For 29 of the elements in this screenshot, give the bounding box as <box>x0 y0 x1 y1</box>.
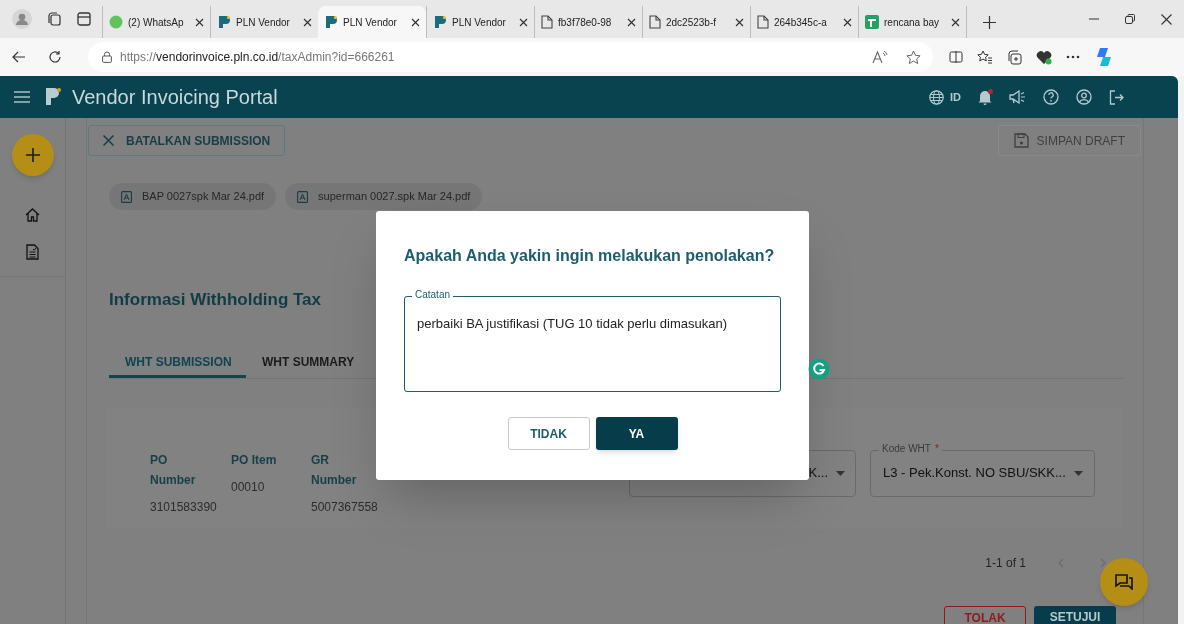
select-value: L3 - Pek.Konst. NO SBU/SKK... <box>883 464 1066 483</box>
note-text: perbaiki BA justifikasi (TUG 10 tidak perlu dimasukan) <box>417 316 727 331</box>
select-value: K... <box>808 464 828 483</box>
url-text: https://vendorinvoice.pln.co.id/taxAdmin?id=666261 <box>120 49 395 66</box>
tab-title: fb3f78e0-98 <box>558 15 613 30</box>
tab-title: 264b345c-a <box>774 15 828 30</box>
dialog-title: Apakah Anda yakin ingin melakukan penolakan? <box>404 246 775 266</box>
table-cell-text: 00010 <box>231 478 266 496</box>
browser-tab[interactable]: PLN Vendor <box>318 6 426 38</box>
pagination-text: 1-1 of 1 <box>985 554 1026 572</box>
section-title: Informasi Withholding Tax <box>109 289 322 311</box>
tab-title: PLN Vendor <box>343 15 398 30</box>
column-header: PO Number <box>150 451 197 489</box>
cancel-button[interactable]: TIDAK <box>507 417 590 450</box>
tab-title: (2) WhatsAp <box>128 15 185 30</box>
table-cell-text: 5007367558 <box>311 498 379 516</box>
table-cell-text: 3101583390 <box>150 498 218 516</box>
column-header: PO Item <box>231 451 278 469</box>
address-field[interactable]: https://vendorinvoice.pln.co.id/taxAdmin?id=666261 <box>88 42 933 72</box>
tab[interactable]: WHT SUMMARY <box>246 350 371 378</box>
tab-title: PLN Vendor <box>452 15 507 30</box>
approve-button[interactable]: SETUJUI <box>1034 605 1116 624</box>
tab-title: 2dc2523b-f <box>666 15 718 30</box>
app-title: Vendor Invoicing Portal <box>72 85 278 110</box>
tab-title: PLN Vendor <box>236 15 291 30</box>
confirm-button[interactable]: YA <box>595 417 678 450</box>
column-header: GR Number <box>311 451 358 489</box>
language-code[interactable]: ID <box>950 88 961 106</box>
tab-title: rencana bay <box>884 15 941 30</box>
